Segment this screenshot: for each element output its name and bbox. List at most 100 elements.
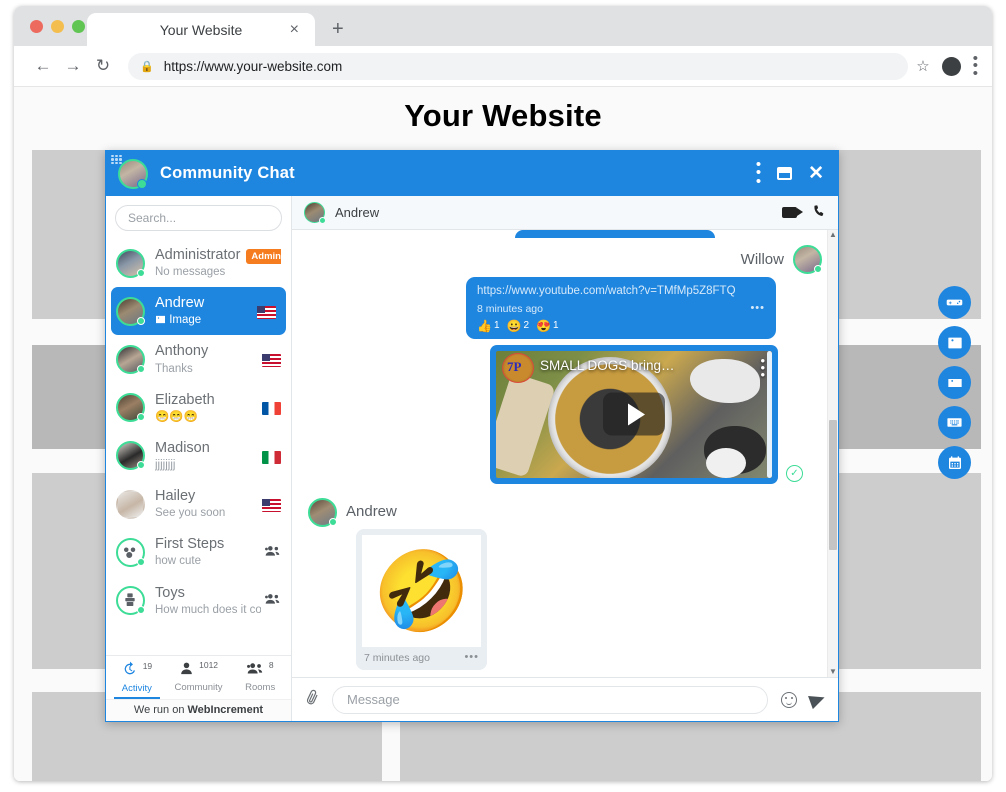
list-item[interactable]: Anthony Thanks	[106, 335, 291, 383]
message-meta: 8 minutes ago •••	[477, 303, 765, 315]
list-item-text: Anthony Thanks	[155, 342, 258, 376]
browser-window: Your Website × + ← → ↻ 🔒 https://www.you…	[14, 6, 992, 781]
chat-widget-titlebar[interactable]: Community Chat • • • ✕	[106, 151, 838, 196]
contact-preview: 😁😁😁	[155, 410, 198, 423]
current-user-avatar[interactable]	[118, 158, 148, 189]
list-item[interactable]: First Steps how cute	[106, 528, 291, 576]
contact-name: Andrew	[155, 295, 205, 312]
avatar	[116, 489, 145, 519]
reload-icon[interactable]: ↻	[88, 56, 118, 76]
message-bubble-image[interactable]: 🤣 7 minutes ago •••	[356, 528, 487, 670]
message-meta: 7 minutes ago •••	[362, 647, 481, 670]
reaction[interactable]: 👍 1	[477, 319, 500, 333]
contact-preview: how cute	[155, 555, 202, 568]
country-flag	[262, 448, 281, 464]
phone-icon[interactable]	[810, 202, 828, 224]
emoji-icon[interactable]	[781, 691, 797, 708]
chat-widget: Community Chat • • • ✕ Search... Adminis…	[105, 150, 839, 722]
bookmark-star-icon[interactable]: ☆	[916, 57, 929, 75]
image-emoji: 🤣	[372, 546, 471, 635]
brand-prefix: We run on	[133, 704, 188, 716]
chat-widget-body: Search... Administrator Admin No messages	[106, 196, 838, 721]
list-item[interactable]: Toys How much does it cost	[106, 577, 291, 625]
minimize-window-button[interactable]	[51, 20, 64, 33]
close-icon[interactable]: ✕	[808, 164, 824, 183]
message-sender-name: Willow	[740, 251, 784, 268]
window-traffic-lights	[30, 20, 85, 33]
photo-icon[interactable]	[938, 366, 971, 399]
message-options-icon[interactable]: •••	[464, 652, 479, 663]
contact-name: Administrator Admin	[155, 246, 281, 264]
chat-widget-title: Community Chat	[160, 164, 295, 182]
list-item[interactable]: Administrator Admin No messages	[106, 239, 291, 287]
browser-tab[interactable]: Your Website ×	[87, 13, 315, 46]
message-input-placeholder: Message	[347, 692, 400, 707]
browser-menu-icon[interactable]: • • •	[973, 51, 978, 80]
maximize-window-button[interactable]	[72, 20, 85, 33]
message-composer: Message	[292, 677, 838, 721]
gamepad-icon[interactable]	[938, 286, 971, 319]
online-indicator	[137, 461, 145, 470]
message-input[interactable]: Message	[332, 685, 768, 714]
list-item[interactable]: Madison jjjjjjjj	[106, 432, 291, 480]
avatar	[116, 345, 145, 375]
back-icon[interactable]: ←	[28, 56, 58, 76]
video-call-icon[interactable]	[782, 207, 803, 218]
new-tab-button[interactable]: +	[332, 19, 344, 39]
avatar[interactable]	[941, 56, 961, 76]
address-bar-url: https://www.your-website.com	[163, 58, 343, 74]
contact-list[interactable]: Administrator Admin No messages Andrew Im…	[106, 237, 291, 655]
avatar	[304, 202, 326, 224]
contact-name: Hailey	[155, 488, 196, 505]
contact-preview: Image	[155, 312, 253, 328]
minimize-icon[interactable]	[777, 167, 793, 180]
contact-name: Madison	[155, 439, 210, 456]
contact-name: Elizabeth	[155, 391, 215, 408]
search-input[interactable]: Search...	[115, 205, 282, 231]
online-indicator	[137, 557, 145, 566]
message-scrollbar[interactable]: ▲ ▼	[827, 230, 838, 677]
online-indicator	[319, 217, 326, 224]
avatar	[116, 296, 145, 326]
tab-rooms[interactable]: 8 Rooms	[229, 661, 291, 699]
drag-handle-icon[interactable]	[111, 155, 122, 164]
message-bubble-video[interactable]: SMALL DOGS bring… •••	[490, 344, 778, 484]
widget-options-icon[interactable]: • • •	[756, 157, 761, 189]
tab-community[interactable]: 1012 Community	[168, 661, 230, 699]
paperclip-icon[interactable]	[302, 687, 324, 712]
online-indicator	[814, 265, 822, 273]
scroll-up-icon[interactable]: ▲	[828, 230, 838, 240]
close-tab-icon[interactable]: ×	[290, 21, 299, 38]
conversation-title: Andrew	[335, 205, 380, 220]
scroll-down-icon[interactable]: ▼	[828, 667, 838, 677]
status-badge: Admin	[246, 249, 281, 264]
browser-tabstrip: Your Website × +	[14, 6, 992, 46]
message-image[interactable]: 🤣	[362, 534, 481, 647]
message-link-text[interactable]: https://www.youtube.com/watch?v=TMfMp5Z8…	[477, 284, 765, 300]
contact-preview: Thanks	[155, 362, 193, 375]
reaction[interactable]: 😍 1	[536, 319, 559, 333]
message-bubble-link[interactable]: https://www.youtube.com/watch?v=TMfMp5Z8…	[466, 277, 776, 339]
address-bar[interactable]: 🔒 https://www.your-website.com	[128, 52, 909, 80]
play-icon[interactable]	[603, 392, 665, 436]
video-title: SMALL DOGS bring…	[540, 357, 675, 373]
reaction[interactable]: 😀 2	[507, 319, 530, 333]
scrollbar-thumb[interactable]	[829, 420, 837, 550]
keyboard-icon[interactable]	[938, 406, 971, 439]
forward-icon[interactable]: →	[58, 56, 88, 76]
video-options-icon[interactable]: • • •	[760, 353, 765, 381]
message-list[interactable]: Willow https://www.youtube.com/watch?v=T…	[292, 230, 838, 677]
contact-preview: See you soon	[155, 507, 226, 520]
list-item-text: Toys How much does it cost	[155, 584, 261, 618]
close-window-button[interactable]	[30, 20, 43, 33]
calendar-icon[interactable]	[938, 446, 971, 479]
reaction-count: 1	[552, 320, 559, 332]
tab-activity[interactable]: 19 Activity	[106, 661, 168, 699]
image-icon[interactable]	[938, 326, 971, 359]
list-item[interactable]: Andrew Image	[111, 287, 286, 336]
send-icon[interactable]	[808, 690, 827, 709]
video-thumbnail[interactable]: SMALL DOGS bring… •••	[496, 350, 772, 478]
list-item[interactable]: Elizabeth 😁😁😁	[106, 384, 291, 432]
message-options-icon[interactable]: •••	[750, 303, 765, 314]
list-item[interactable]: Hailey See you soon	[106, 480, 291, 528]
